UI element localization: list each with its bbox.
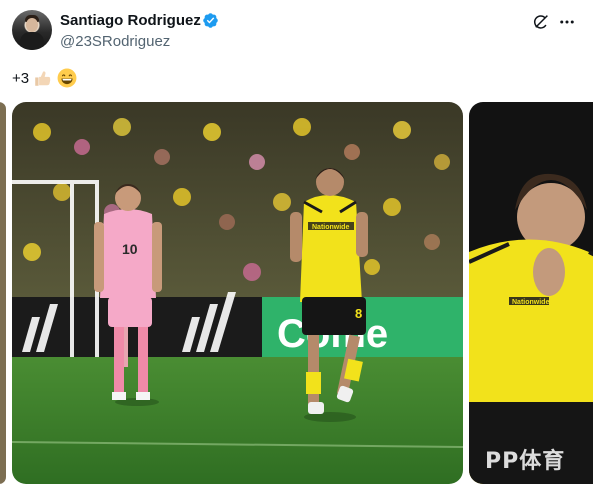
player-shirt-number: 8 <box>355 306 362 321</box>
grok-icon <box>533 15 548 29</box>
post-text: +3 <box>12 66 77 90</box>
verified-badge-icon <box>203 13 218 28</box>
grinning-face-emoji <box>57 68 77 88</box>
watermark: PP体育 <box>485 449 566 474</box>
author-name[interactable]: Santiago Rodriguez <box>60 12 201 29</box>
opponent-shirt-number: 10 <box>122 241 138 257</box>
photo-next[interactable]: Nationwide <box>469 102 593 484</box>
closeup-jersey-sponsor-text: Nationwide <box>512 299 549 306</box>
jersey-sponsor-text: Nationwide <box>312 224 349 231</box>
post-text-content: +3 <box>12 69 30 87</box>
photo-previous[interactable] <box>0 102 6 484</box>
match-photo: Come 10 <box>12 102 463 484</box>
player-closeup-photo: Nationwide <box>469 102 593 484</box>
more-icon <box>560 20 574 24</box>
more-button[interactable] <box>556 11 578 33</box>
post-header: Santiago Rodriguez @23SRodriguez <box>0 0 593 60</box>
grok-button[interactable] <box>530 11 552 33</box>
photo-main[interactable]: Come 10 <box>12 102 463 484</box>
avatar[interactable] <box>12 10 52 50</box>
media-carousel: Come 10 <box>0 102 593 484</box>
thumbs-up-emoji <box>35 71 51 86</box>
author-handle[interactable]: @23SRodriguez <box>60 33 170 50</box>
